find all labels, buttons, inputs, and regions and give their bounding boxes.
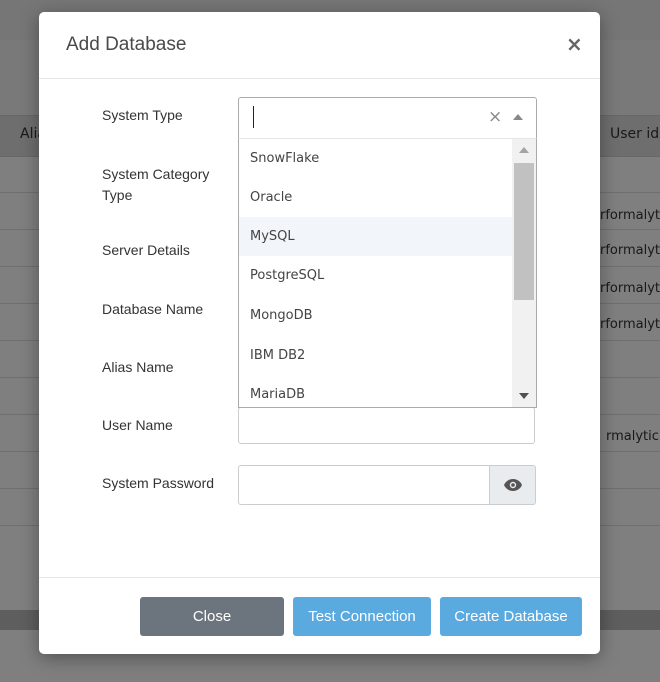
close-icon[interactable]: × <box>566 34 583 54</box>
label-server-details: Server Details <box>102 242 190 258</box>
system-type-dropdown: SnowFlake Oracle MySQL PostgreSQL MongoD… <box>238 138 537 408</box>
dropdown-option[interactable]: MariaDB <box>239 375 512 407</box>
system-password-input[interactable] <box>238 465 490 505</box>
modal-header: Add Database × <box>39 12 600 79</box>
clear-icon[interactable]: × <box>488 107 502 127</box>
label-system-type: System Type <box>102 107 183 123</box>
dropdown-option[interactable]: Oracle <box>239 178 512 217</box>
modal-footer: Close Test Connection Create Database <box>39 577 600 655</box>
dropdown-option-highlighted[interactable]: MySQL <box>239 217 512 256</box>
label-database-name: Database Name <box>102 301 204 317</box>
dropdown-scrollbar[interactable] <box>512 139 536 407</box>
scroll-down-icon[interactable] <box>519 393 529 399</box>
scroll-up-icon[interactable] <box>519 147 529 153</box>
close-button[interactable]: Close <box>140 597 284 636</box>
dropdown-option[interactable]: IBM DB2 <box>239 336 512 375</box>
label-alias-name: Alias Name <box>102 359 174 375</box>
chevron-up-icon[interactable] <box>513 114 523 120</box>
create-database-button[interactable]: Create Database <box>440 597 582 636</box>
dropdown-option[interactable]: SnowFlake <box>239 139 512 178</box>
eye-icon <box>503 479 522 491</box>
label-system-category-type: System Category Type <box>102 166 210 203</box>
show-password-button[interactable] <box>489 465 536 505</box>
dropdown-option[interactable]: PostgreSQL <box>239 256 512 295</box>
system-type-select[interactable]: × <box>238 97 537 138</box>
test-connection-button[interactable]: Test Connection <box>293 597 431 636</box>
add-database-modal: Add Database × System Type System Catego… <box>39 12 600 654</box>
label-system-password: System Password <box>102 475 215 491</box>
dropdown-option[interactable]: MongoDB <box>239 296 512 335</box>
user-name-input[interactable] <box>238 407 535 444</box>
scrollbar-thumb[interactable] <box>514 163 534 300</box>
label-user-name: User Name <box>102 417 173 433</box>
text-caret <box>253 106 254 128</box>
modal-title: Add Database <box>66 34 187 55</box>
